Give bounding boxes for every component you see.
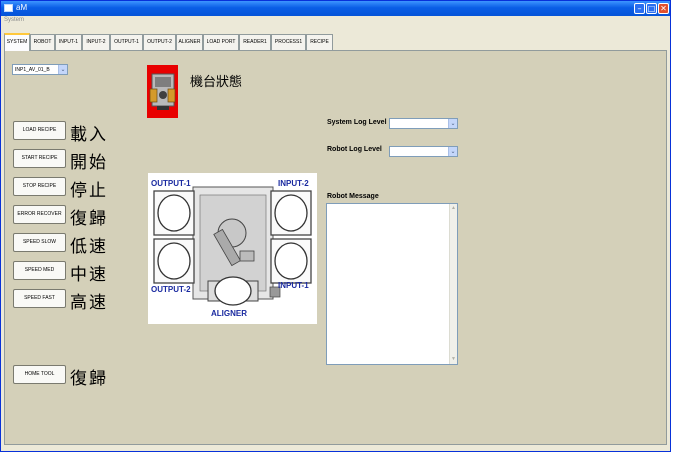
maximize-button[interactable]: □ [646, 3, 657, 14]
tab-output-2[interactable]: OUTPUT-2 [143, 34, 176, 50]
port-select[interactable]: INP1_AV_01_B ⌄ [12, 64, 68, 75]
window-title: aM [16, 3, 28, 12]
port-select-value: INP1_AV_01_B [15, 67, 50, 73]
start-recipe-button[interactable]: START RECIPE [13, 149, 66, 168]
robot-layout-graphic [153, 186, 312, 306]
speed-fast-button[interactable]: SPEED FAST [13, 289, 66, 308]
tab-input-2[interactable]: INPUT-2 [82, 34, 110, 50]
menu-bar: System [1, 16, 670, 28]
aligner-label: ALIGNER [211, 309, 247, 318]
output-1-label: OUTPUT-1 [151, 179, 191, 188]
desktop-strip [0, 452, 673, 470]
error-recover-button[interactable]: ERROR RECOVER [13, 205, 66, 224]
chevron-down-icon[interactable]: ⌄ [448, 147, 457, 156]
scroll-up-icon[interactable]: ▲ [450, 205, 457, 212]
robot-log-level-label: Robot Log Level [327, 146, 382, 153]
scroll-down-icon[interactable]: ▼ [450, 356, 457, 363]
tab-robot[interactable]: ROBOT [30, 34, 55, 50]
robot-log-level-select[interactable]: ⌄ [389, 146, 458, 157]
stop-recipe-button[interactable]: STOP RECIPE [13, 177, 66, 196]
tab-reader1[interactable]: READER1 [239, 34, 271, 50]
speed-slow-label: 低速 [70, 237, 108, 257]
load-recipe-button[interactable]: LOAD RECIPE [13, 121, 66, 140]
minimize-button[interactable]: – [634, 3, 645, 14]
speed-fast-label: 高速 [70, 293, 108, 313]
stop-recipe-label: 停止 [70, 181, 108, 201]
app-window: aM – □ ✕ System SYSTEM ROBOT INPUT-1 INP… [0, 0, 671, 452]
robot-layout-diagram: OUTPUT-1 INPUT-2 OUTPUT-2 INPUT-1 ALIGNE… [148, 173, 317, 324]
tab-input-1[interactable]: INPUT-1 [55, 34, 82, 50]
system-log-level-select[interactable]: ⌄ [389, 118, 458, 129]
output-2-label: OUTPUT-2 [151, 285, 191, 294]
load-recipe-label: 載入 [70, 125, 108, 145]
chevron-down-icon[interactable]: ⌄ [448, 119, 457, 128]
chevron-down-icon[interactable]: ⌄ [58, 65, 67, 74]
robot-message-label: Robot Message [327, 193, 379, 200]
start-recipe-label: 開始 [70, 153, 108, 173]
robot-message-box[interactable]: ▲ ▼ [326, 203, 458, 365]
input-1-label: INPUT-1 [278, 281, 309, 290]
tab-system[interactable]: SYSTEM [4, 33, 30, 51]
home-tool-label: 復歸 [70, 369, 108, 389]
speed-med-label: 中速 [70, 265, 108, 285]
tab-process1[interactable]: PROCESS1 [271, 34, 306, 50]
speed-slow-button[interactable]: SPEED SLOW [13, 233, 66, 252]
home-tool-button[interactable]: HOME TOOL [13, 365, 66, 384]
tab-recipe[interactable]: RECIPE [306, 34, 333, 50]
app-icon [4, 4, 13, 12]
system-log-level-label: System Log Level [327, 119, 387, 126]
tab-load-port[interactable]: LOAD PORT [203, 34, 239, 50]
machine-icon [147, 65, 178, 118]
system-tab-panel: INP1_AV_01_B ⌄ 機台狀態 LOAD RECIPE 載入 START… [4, 50, 667, 445]
tab-output-1[interactable]: OUTPUT-1 [110, 34, 143, 50]
menu-system[interactable]: System [4, 17, 24, 23]
message-scrollbar[interactable]: ▲ ▼ [449, 204, 457, 364]
input-2-label: INPUT-2 [278, 179, 309, 188]
title-bar[interactable]: aM – □ ✕ [1, 1, 670, 16]
speed-med-button[interactable]: SPEED MED [13, 261, 66, 280]
error-recover-label: 復歸 [70, 209, 108, 229]
machine-status-title: 機台狀態 [190, 75, 243, 90]
tab-aligner[interactable]: ALIGNER [176, 34, 203, 50]
close-button[interactable]: ✕ [658, 3, 669, 14]
